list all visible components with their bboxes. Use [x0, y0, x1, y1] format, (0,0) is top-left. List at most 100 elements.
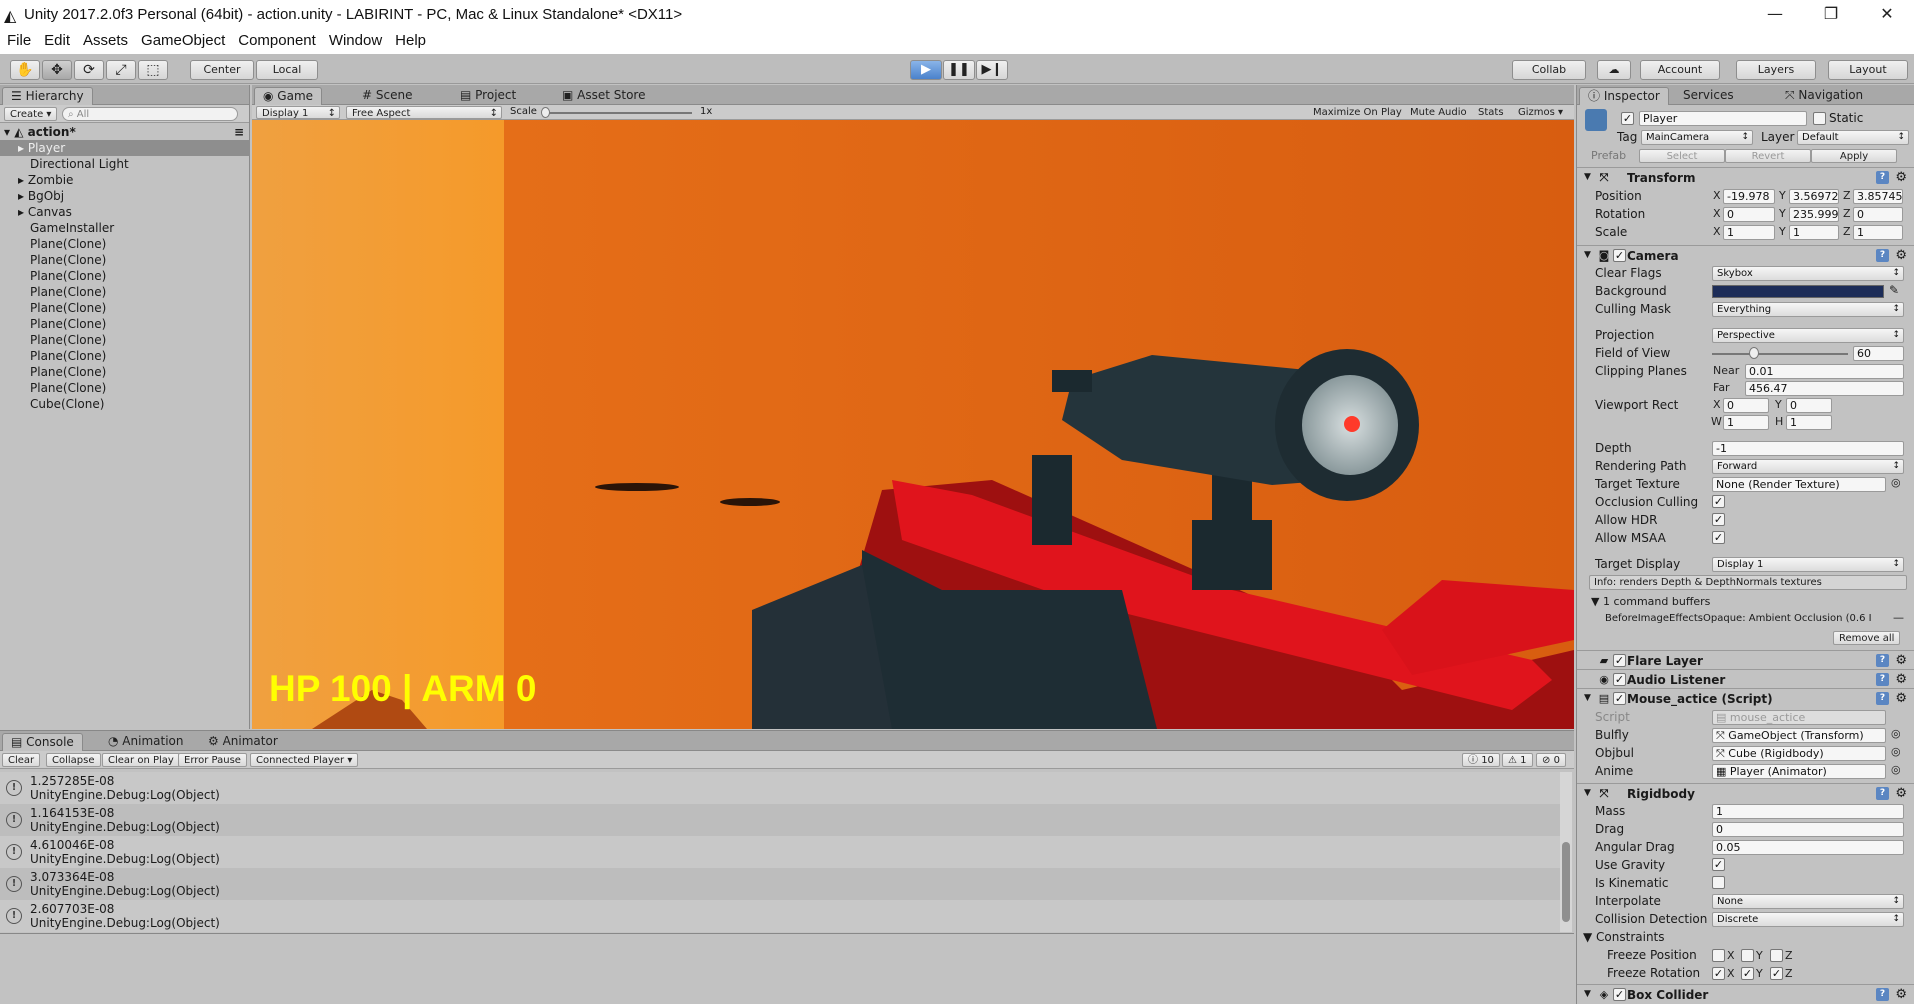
- help-icon[interactable]: ?: [1876, 988, 1889, 1001]
- object-picker-icon[interactable]: ◎: [1891, 476, 1901, 489]
- far-field[interactable]: 456.47: [1745, 381, 1904, 396]
- maximize-button[interactable]: ❐: [1803, 0, 1859, 30]
- hierarchy-item-plane[interactable]: Plane(Clone): [0, 348, 250, 364]
- rotate-tool-icon[interactable]: ⟳: [74, 60, 104, 80]
- menu-help[interactable]: Help: [388, 30, 432, 49]
- rigidbody-header[interactable]: ▼ ⤧ Rigidbody? ⚙: [1577, 783, 1914, 803]
- position-z-field[interactable]: 3.85745: [1853, 189, 1903, 204]
- hierarchy-item-plane[interactable]: Plane(Clone): [0, 252, 250, 268]
- occlusion-culling-checkbox[interactable]: [1712, 495, 1725, 508]
- tab-inspector[interactable]: ⓘ Inspector: [1579, 87, 1669, 105]
- object-name-field[interactable]: Player: [1639, 111, 1807, 126]
- console-entry[interactable]: ! 1.257285E-08 UnityEngine.Debug:Log(Objec…: [0, 772, 1560, 804]
- help-icon[interactable]: ?: [1876, 673, 1889, 686]
- tab-asset-store[interactable]: ▣ Asset Store: [554, 87, 654, 105]
- hierarchy-item-plane[interactable]: Plane(Clone): [0, 316, 250, 332]
- hierarchy-item-plane[interactable]: Plane(Clone): [0, 236, 250, 252]
- hierarchy-item-plane[interactable]: Plane(Clone): [0, 332, 250, 348]
- aspect-dropdown[interactable]: Free Aspect ↕: [346, 106, 502, 119]
- tag-dropdown[interactable]: MainCamera: [1641, 130, 1753, 145]
- audio-listener-header[interactable]: ◉Audio Listener?⚙: [1577, 669, 1914, 689]
- account-dropdown[interactable]: Account: [1640, 60, 1720, 80]
- hierarchy-item-plane[interactable]: Plane(Clone): [0, 268, 250, 284]
- freeze-position-x-checkbox[interactable]: [1712, 949, 1725, 962]
- hierarchy-item-bgobj[interactable]: ▸ BgObj: [0, 188, 250, 204]
- hierarchy-item-directional-light[interactable]: Directional Light: [0, 156, 250, 172]
- fov-field[interactable]: 60: [1853, 346, 1904, 361]
- static-checkbox[interactable]: [1813, 112, 1826, 125]
- scale-slider[interactable]: [542, 112, 692, 114]
- allow-msaa-checkbox[interactable]: [1712, 531, 1725, 544]
- tab-navigation[interactable]: ⤧ Navigation: [1777, 87, 1871, 105]
- object-picker-icon[interactable]: ◎: [1891, 727, 1901, 740]
- depth-field[interactable]: -1: [1712, 441, 1904, 456]
- anime-field[interactable]: ▦ Player (Animator): [1712, 764, 1886, 779]
- interpolate-dropdown[interactable]: None: [1712, 894, 1904, 909]
- rotation-x-field[interactable]: 0: [1723, 207, 1775, 222]
- tab-animation[interactable]: ◔ Animation: [100, 733, 191, 751]
- layers-dropdown[interactable]: Layers: [1736, 60, 1816, 80]
- game-viewport[interactable]: HP 100 | ARM 0: [252, 120, 1574, 729]
- minimize-button[interactable]: —: [1747, 0, 1803, 30]
- layer-dropdown[interactable]: Default: [1797, 130, 1909, 145]
- console-warning-count[interactable]: ⚠ 1: [1502, 753, 1533, 767]
- freeze-position-y-checkbox[interactable]: [1741, 949, 1754, 962]
- hand-tool-icon[interactable]: ✋: [10, 60, 40, 80]
- rect-tool-icon[interactable]: ⬚: [138, 60, 168, 80]
- hierarchy-item-plane[interactable]: Plane(Clone): [0, 364, 250, 380]
- scene-row[interactable]: ▾ ◭ action* ≡: [0, 124, 250, 140]
- position-y-field[interactable]: 3.56972: [1789, 189, 1839, 204]
- console-entry[interactable]: ! 3.073364E-08 UnityEngine.Debug:Log(Objec…: [0, 868, 1560, 900]
- hierarchy-item-cube[interactable]: Cube(Clone): [0, 396, 250, 412]
- maximize-on-play-toggle[interactable]: Maximize On Play: [1308, 106, 1407, 119]
- help-icon[interactable]: ?: [1876, 787, 1889, 800]
- move-tool-icon[interactable]: ✥: [42, 60, 72, 80]
- console-clear-on-play-toggle[interactable]: Clear on Play: [102, 753, 180, 767]
- gear-icon[interactable]: ⚙: [1895, 170, 1907, 185]
- box-collider-checkbox[interactable]: [1613, 988, 1626, 1001]
- layout-dropdown[interactable]: Layout: [1828, 60, 1908, 80]
- gear-icon[interactable]: ⚙: [1895, 672, 1907, 687]
- viewport-x-field[interactable]: 0: [1723, 398, 1769, 413]
- allow-hdr-checkbox[interactable]: [1712, 513, 1725, 526]
- script-enabled-checkbox[interactable]: [1613, 692, 1626, 705]
- help-icon[interactable]: ?: [1876, 692, 1889, 705]
- console-scrollbar[interactable]: [1560, 772, 1572, 932]
- menu-edit[interactable]: Edit: [37, 30, 76, 49]
- fov-slider[interactable]: [1712, 353, 1848, 355]
- console-entry[interactable]: ! 4.610046E-08 UnityEngine.Debug:Log(Objec…: [0, 836, 1560, 868]
- viewport-h-field[interactable]: 1: [1786, 415, 1832, 430]
- active-checkbox[interactable]: [1621, 112, 1634, 125]
- play-button[interactable]: ▶: [910, 60, 942, 80]
- camera-enabled-checkbox[interactable]: [1613, 249, 1626, 262]
- hierarchy-search-input[interactable]: ⌕ All: [62, 107, 238, 121]
- console-collapse-button[interactable]: Collapse: [46, 753, 101, 767]
- hierarchy-item-zombie[interactable]: ▸ Zombie: [0, 172, 250, 188]
- console-scrollbar-thumb[interactable]: [1562, 842, 1570, 922]
- culling-mask-dropdown[interactable]: Everything: [1712, 302, 1904, 317]
- box-collider-header[interactable]: ▼◈Box Collider?⚙: [1577, 984, 1914, 1004]
- menu-assets[interactable]: Assets: [76, 30, 134, 49]
- angular-drag-field[interactable]: 0.05: [1712, 840, 1904, 855]
- menu-window[interactable]: Window: [322, 30, 388, 49]
- prefab-revert-button[interactable]: Revert: [1725, 149, 1811, 163]
- stats-toggle[interactable]: Stats: [1473, 106, 1509, 119]
- objbul-field[interactable]: ⤧ Cube (Rigidbody): [1712, 746, 1886, 761]
- prefab-apply-button[interactable]: Apply: [1811, 149, 1897, 163]
- flare-layer-checkbox[interactable]: [1613, 654, 1626, 667]
- viewport-y-field[interactable]: 0: [1786, 398, 1832, 413]
- camera-header[interactable]: ▼◙Camera?⚙: [1577, 245, 1914, 265]
- is-kinematic-checkbox[interactable]: [1712, 876, 1725, 889]
- gear-icon[interactable]: ⚙: [1895, 786, 1907, 801]
- scale-y-field[interactable]: 1: [1789, 225, 1839, 240]
- gear-icon[interactable]: ⚙: [1895, 248, 1907, 263]
- background-color-swatch[interactable]: [1712, 285, 1884, 298]
- fov-slider-thumb[interactable]: [1749, 347, 1759, 359]
- pivot-local-button[interactable]: Local: [256, 60, 318, 80]
- tab-services[interactable]: Services: [1675, 87, 1742, 105]
- constraints-label[interactable]: ▼ Constraints: [1583, 930, 1665, 944]
- pivot-center-button[interactable]: Center: [190, 60, 254, 80]
- object-picker-icon[interactable]: ◎: [1891, 763, 1901, 776]
- scale-x-field[interactable]: 1: [1723, 225, 1775, 240]
- pause-button[interactable]: ❚❚: [943, 60, 975, 80]
